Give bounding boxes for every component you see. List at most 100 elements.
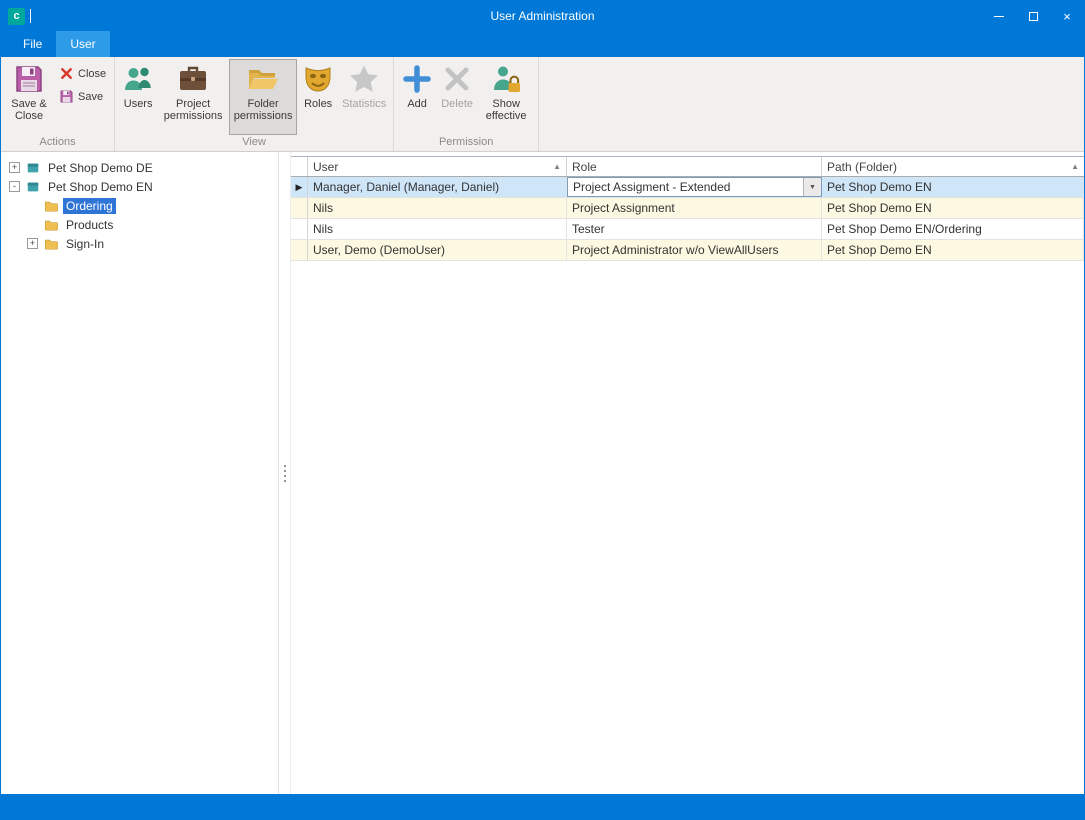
save-button[interactable]: Save xyxy=(56,88,109,105)
tab-user[interactable]: User xyxy=(56,31,109,57)
users-button[interactable]: Users xyxy=(119,59,157,135)
user-cell[interactable]: Nils xyxy=(308,198,567,218)
star-icon xyxy=(348,63,380,95)
tree-item-products[interactable]: Products xyxy=(1,215,278,234)
sort-asc-icon: ▲ xyxy=(1067,162,1079,171)
grid-row[interactable]: ▶ Manager, Daniel (Manager, Daniel) Proj… xyxy=(291,177,1084,198)
roles-label: Roles xyxy=(304,98,332,110)
grid-indicator-header xyxy=(291,157,308,176)
minimize-icon xyxy=(994,16,1004,17)
row-indicator xyxy=(291,240,308,260)
show-effective-button[interactable]: Show effective xyxy=(478,59,534,135)
grid-row[interactable]: User, Demo (DemoUser) Project Administra… xyxy=(291,240,1084,261)
folder-icon xyxy=(43,237,59,251)
app-window: c User Administration × File User Save &… xyxy=(0,0,1085,820)
role-cell[interactable]: Tester xyxy=(567,219,822,239)
column-header-role[interactable]: Role xyxy=(567,157,822,176)
role-dropdown-button[interactable]: ▼ xyxy=(803,178,821,196)
folder-permissions-button[interactable]: Folder permissions xyxy=(229,59,297,135)
delete-button: Delete xyxy=(438,59,476,135)
splitter-dot xyxy=(284,470,286,472)
add-button[interactable]: Add xyxy=(398,59,436,135)
grid-row[interactable]: Nils Project Assignment Pet Shop Demo EN xyxy=(291,198,1084,219)
save-label: Save xyxy=(78,91,103,103)
current-row-arrow: ▶ xyxy=(296,182,303,193)
expander-icon[interactable]: + xyxy=(27,238,38,249)
expander-icon[interactable]: + xyxy=(9,162,20,173)
tree-item-pet-shop-demo-en[interactable]: - Pet Shop Demo EN xyxy=(1,177,278,196)
project-permissions-label: Project permissions xyxy=(162,98,224,122)
grid-row[interactable]: Nils Tester Pet Shop Demo EN/Ordering xyxy=(291,219,1084,240)
roles-button[interactable]: Roles xyxy=(299,59,337,135)
close-x-icon xyxy=(59,66,74,81)
user-cell[interactable]: Nils xyxy=(308,219,567,239)
splitter-dot xyxy=(284,480,286,482)
project-icon xyxy=(25,180,41,194)
grid-panel: User ▲ Role Path (Folder) ▲ ▶ Manager, D… xyxy=(290,152,1084,794)
folder-open-icon xyxy=(247,63,279,95)
tree-item-label: Pet Shop Demo EN xyxy=(45,179,156,195)
tab-file[interactable]: File xyxy=(9,31,56,57)
sort-asc-icon: ▲ xyxy=(549,162,561,171)
role-cell-combo[interactable]: Project Assigment - Extended ▼ xyxy=(567,177,822,197)
titlebar: c User Administration × xyxy=(1,1,1084,31)
mask-icon xyxy=(302,63,334,95)
panel-splitter[interactable] xyxy=(279,152,290,794)
group-label-view: View xyxy=(115,135,393,151)
tree-item-label: Ordering xyxy=(63,198,116,214)
save-small-icon xyxy=(59,89,74,104)
folder-icon xyxy=(43,199,59,213)
window-controls: × xyxy=(982,1,1084,31)
tree-item-label: Sign-In xyxy=(63,236,107,252)
group-label-permission: Permission xyxy=(394,135,538,151)
tree-item-pet-shop-demo-de[interactable]: + Pet Shop Demo DE xyxy=(1,158,278,177)
role-cell[interactable]: Project Administrator w/o ViewAllUsers xyxy=(567,240,822,260)
role-combo-value: Project Assigment - Extended xyxy=(568,180,803,194)
path-cell[interactable]: Pet Shop Demo EN/Ordering xyxy=(822,219,1084,239)
project-icon xyxy=(25,161,41,175)
path-cell[interactable]: Pet Shop Demo EN xyxy=(822,198,1084,218)
plus-icon xyxy=(401,63,433,95)
statistics-button: Statistics xyxy=(339,59,389,135)
permissions-grid: User ▲ Role Path (Folder) ▲ ▶ Manager, D… xyxy=(291,156,1084,261)
folder-icon xyxy=(43,218,59,232)
column-header-path-label: Path (Folder) xyxy=(827,160,897,174)
column-header-path[interactable]: Path (Folder) ▲ xyxy=(822,157,1084,176)
row-indicator xyxy=(291,198,308,218)
delete-label: Delete xyxy=(441,98,473,110)
column-header-user[interactable]: User ▲ xyxy=(308,157,567,176)
ribbon-group-view: Users Project permissions Folder permiss… xyxy=(115,57,394,151)
window-close-button[interactable]: × xyxy=(1050,1,1084,31)
expander-icon[interactable]: - xyxy=(9,181,20,192)
delete-x-icon xyxy=(441,63,473,95)
tree-item-label: Pet Shop Demo DE xyxy=(45,160,156,176)
splitter-dot xyxy=(284,475,286,477)
project-permissions-button[interactable]: Project permissions xyxy=(159,59,227,135)
ribbon-group-permission: Add Delete Show effective Permission xyxy=(394,57,539,151)
save-and-close-button[interactable]: Save & Close xyxy=(5,59,53,135)
column-header-role-label: Role xyxy=(572,160,597,174)
ribbon-tab-row: File User xyxy=(1,31,1084,57)
text-caret xyxy=(30,9,31,23)
role-cell[interactable]: Project Assignment xyxy=(567,198,822,218)
close-label: Close xyxy=(78,68,106,80)
column-header-user-label: User xyxy=(313,160,338,174)
folder-tree: + Pet Shop Demo DE - Pet Shop Demo EN Or… xyxy=(1,152,279,794)
person-lock-icon xyxy=(490,63,522,95)
tree-item-ordering[interactable]: Ordering xyxy=(1,196,278,215)
ribbon: Save & Close Close Save xyxy=(1,57,1084,152)
path-cell[interactable]: Pet Shop Demo EN xyxy=(822,177,1084,197)
user-cell[interactable]: User, Demo (DemoUser) xyxy=(308,240,567,260)
path-cell[interactable]: Pet Shop Demo EN xyxy=(822,240,1084,260)
statistics-label: Statistics xyxy=(342,98,386,110)
window-maximize-button[interactable] xyxy=(1016,1,1050,31)
user-cell[interactable]: Manager, Daniel (Manager, Daniel) xyxy=(308,177,567,197)
tree-item-sign-in[interactable]: + Sign-In xyxy=(1,234,278,253)
tree-item-label: Products xyxy=(63,217,116,233)
window-title: User Administration xyxy=(1,9,1084,23)
row-indicator xyxy=(291,219,308,239)
close-button[interactable]: Close xyxy=(56,65,109,82)
save-icon xyxy=(13,63,45,95)
grid-header: User ▲ Role Path (Folder) ▲ xyxy=(291,157,1084,177)
window-minimize-button[interactable] xyxy=(982,1,1016,31)
